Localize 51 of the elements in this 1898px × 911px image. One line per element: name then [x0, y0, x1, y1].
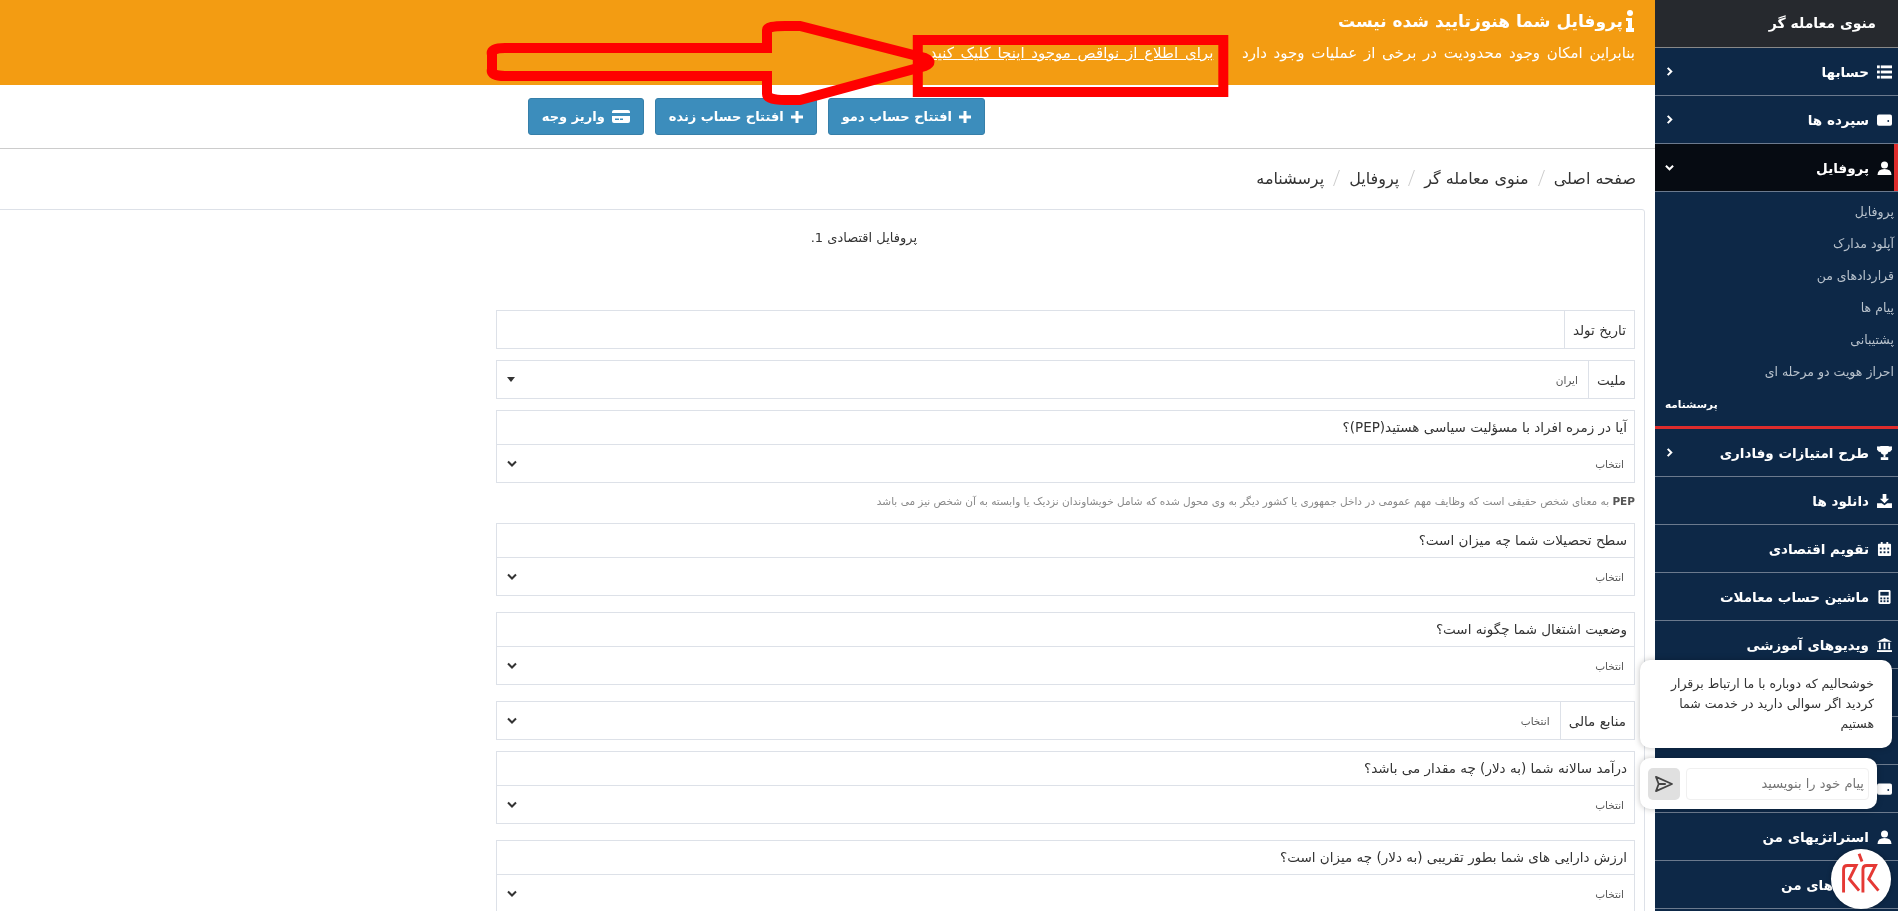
chevron-down-icon — [507, 572, 517, 581]
bank-icon — [1877, 637, 1892, 652]
submenu-item[interactable]: آپلود مدارک — [1655, 228, 1898, 260]
trophy-icon — [1877, 445, 1892, 460]
question-label: ارزش دارایی های شما بطور تقریبی (به دلار) چه میزان است؟ — [497, 841, 1634, 875]
user-icon — [1877, 160, 1892, 175]
breadcrumb-current: پرسشنامه — [1256, 168, 1325, 188]
sidebar-item[interactable]: پروفایل — [1655, 144, 1898, 192]
submenu-item[interactable]: پشتیبانی — [1655, 324, 1898, 356]
calendar-icon — [1877, 541, 1892, 556]
sidebar-title: منوی معامله گر — [1655, 0, 1898, 48]
plus-icon — [790, 110, 803, 123]
breadcrumb-link[interactable]: صفحه اصلی — [1553, 168, 1636, 188]
banner-text: بنابراین امکان وجود محدودیت در برخی از عملیات وجود دارد — [1241, 44, 1635, 62]
submenu-item[interactable]: احراز هویت دو مرحله ای — [1655, 356, 1898, 388]
select-field[interactable]: انتخاب — [497, 786, 1634, 823]
action-button[interactable]: واریز وجه — [527, 98, 644, 135]
download-icon — [1877, 493, 1892, 508]
select-field[interactable]: انتخاب — [497, 875, 1634, 911]
chevron-down-icon — [507, 889, 517, 898]
question-label: درآمد سالانه شما (به دلار) چه مقدار می باشد؟ — [497, 752, 1634, 786]
chevron-down-icon — [507, 661, 517, 670]
question-label: وضعیت اشتغال شما چگونه است؟ — [497, 613, 1634, 647]
submenu-item[interactable]: قراردادهای من — [1655, 260, 1898, 292]
select-field[interactable]: انتخاب — [497, 445, 1634, 482]
question-label: سطح تحصیلات شما چه میزان است؟ — [497, 524, 1634, 558]
user-icon — [1877, 829, 1892, 844]
chevron-down-icon — [507, 459, 517, 468]
card-icon — [611, 110, 630, 123]
wallet-icon — [1877, 112, 1892, 127]
message-field[interactable]: پیام خود را بنویسید — [1686, 767, 1869, 800]
submenu-item[interactable]: پیام ها — [1655, 292, 1898, 324]
action-button[interactable]: افتتاح حساب زنده — [654, 98, 817, 135]
send-button[interactable] — [1648, 767, 1680, 800]
submenu-item[interactable]: پروفایل — [1655, 196, 1898, 228]
breadcrumb-link[interactable]: پروفایل — [1349, 168, 1400, 188]
calculator-icon — [1877, 589, 1892, 604]
action-button[interactable]: افتتاح حساب دمو — [827, 98, 985, 135]
chevron-down-icon — [507, 800, 517, 809]
select-field[interactable]: انتخاب — [497, 558, 1634, 595]
send-icon — [1655, 775, 1673, 792]
select-field[interactable]: انتخاب — [497, 647, 1634, 684]
chat-message-tooltip: خوشحالیم که دوباره با ما ارتباط برقرار کردید اگر سوالی دارید در خدمت شما هستیم — [1640, 660, 1892, 748]
info-icon — [1625, 10, 1635, 32]
plus-icon — [959, 110, 971, 123]
question-label: آیا در زمره افراد با مسؤلیت سیاسی هستید(PEP)؟ — [497, 411, 1634, 445]
breadcrumb-link[interactable]: منوی معامله گر — [1424, 168, 1529, 188]
submenu-item[interactable]: پرسشنامه — [1655, 388, 1898, 420]
section-title: پروفایل اقتصادی 1. — [809, 230, 917, 248]
list-icon — [1877, 64, 1892, 79]
banner-title: پروفایل شما هنوزتایید شده نیست — [1337, 11, 1623, 31]
